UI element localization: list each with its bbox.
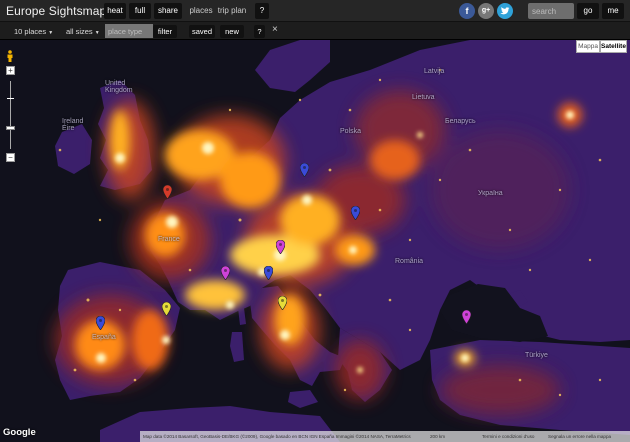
map-pin[interactable] — [300, 163, 309, 177]
map-pin[interactable] — [163, 185, 172, 199]
zoom-slider-track[interactable] — [10, 81, 11, 149]
map-pin[interactable] — [221, 266, 230, 280]
saved-button[interactable]: saved — [189, 25, 215, 38]
heat-button[interactable]: heat — [104, 3, 126, 19]
trip-plan-link[interactable]: trip plan — [217, 3, 247, 19]
top-bar: Europe Sightsmap heat full share places … — [0, 0, 630, 22]
label-lithuania: Lietuva — [412, 94, 435, 101]
map-pin[interactable] — [264, 266, 273, 280]
full-button[interactable]: full — [129, 3, 151, 19]
search-input[interactable] — [528, 3, 574, 19]
me-button[interactable]: me — [602, 3, 624, 19]
go-button[interactable]: go — [577, 3, 599, 19]
google-plus-icon[interactable]: g+ — [478, 3, 494, 19]
map-pin[interactable] — [351, 206, 360, 220]
google-logo: Google — [3, 427, 36, 438]
twitter-icon[interactable] — [497, 3, 513, 19]
chevron-down-icon: ▼ — [48, 30, 54, 36]
map-pin[interactable] — [462, 310, 471, 324]
share-button[interactable]: share — [154, 3, 182, 19]
places-count-label: 10 places — [14, 27, 47, 36]
new-button[interactable]: new — [220, 25, 244, 38]
close-icon[interactable]: × — [272, 23, 278, 36]
map-attribution-bar: Map data ©2014 Basarsoft, GeoBasis-DE/BK… — [140, 431, 630, 442]
zoom-out-button[interactable]: − — [6, 153, 15, 162]
map-pin[interactable] — [162, 302, 171, 316]
map-pin[interactable] — [278, 296, 287, 310]
sizes-select[interactable]: all sizes ▼ — [66, 25, 100, 38]
places-count-select[interactable]: 10 places ▼ — [14, 25, 53, 38]
help-button-secondary[interactable]: ? — [254, 25, 265, 38]
label-poland: Polska — [340, 128, 362, 135]
map-pin[interactable] — [276, 240, 285, 254]
filter-button[interactable]: filter — [153, 25, 177, 38]
label-france: France — [158, 236, 180, 243]
terms-link[interactable]: Termini e condizioni d'uso — [482, 432, 534, 441]
report-error-link[interactable]: Segnala un errore nella mappa — [548, 432, 611, 441]
heat-map[interactable]: United Kingdom Ireland Éire France España … — [0, 40, 630, 442]
attribution-text: Map data ©2014 Basarsoft, GeoBasis-DE/BK… — [143, 434, 411, 439]
label-romania: România — [395, 258, 424, 265]
place-type-input[interactable] — [105, 24, 153, 38]
label-ireland: Ireland Éire — [62, 118, 84, 132]
map-type-satellite-button[interactable]: Satellite — [600, 40, 627, 53]
chevron-down-icon: ▼ — [94, 30, 100, 36]
map-pin[interactable] — [96, 316, 105, 330]
places-link[interactable]: places — [188, 3, 214, 19]
label-ukraine: Україна — [478, 190, 503, 197]
sizes-label: all sizes — [66, 27, 93, 36]
zoom-tick — [7, 98, 14, 99]
map-canvas — [0, 40, 630, 442]
scale-label: 200 km — [430, 434, 446, 439]
label-spain: España — [92, 334, 116, 341]
map-type-map-button[interactable]: Mappa — [576, 40, 600, 53]
pegman-icon[interactable] — [6, 50, 14, 62]
zoom-in-button[interactable]: + — [6, 66, 15, 75]
filter-bar: 10 places ▼ all sizes ▼ filter saved new… — [0, 22, 630, 40]
app-title: Europe Sightsmap — [6, 4, 107, 18]
zoom-slider-handle[interactable] — [6, 126, 15, 130]
facebook-icon[interactable]: f — [459, 3, 475, 19]
label-uk: United Kingdom — [105, 80, 133, 94]
label-turkey: Türkiye — [525, 352, 548, 359]
label-belarus: Беларусь — [445, 118, 476, 125]
help-button[interactable]: ? — [255, 3, 269, 19]
label-latvia: Latvija — [424, 68, 445, 75]
